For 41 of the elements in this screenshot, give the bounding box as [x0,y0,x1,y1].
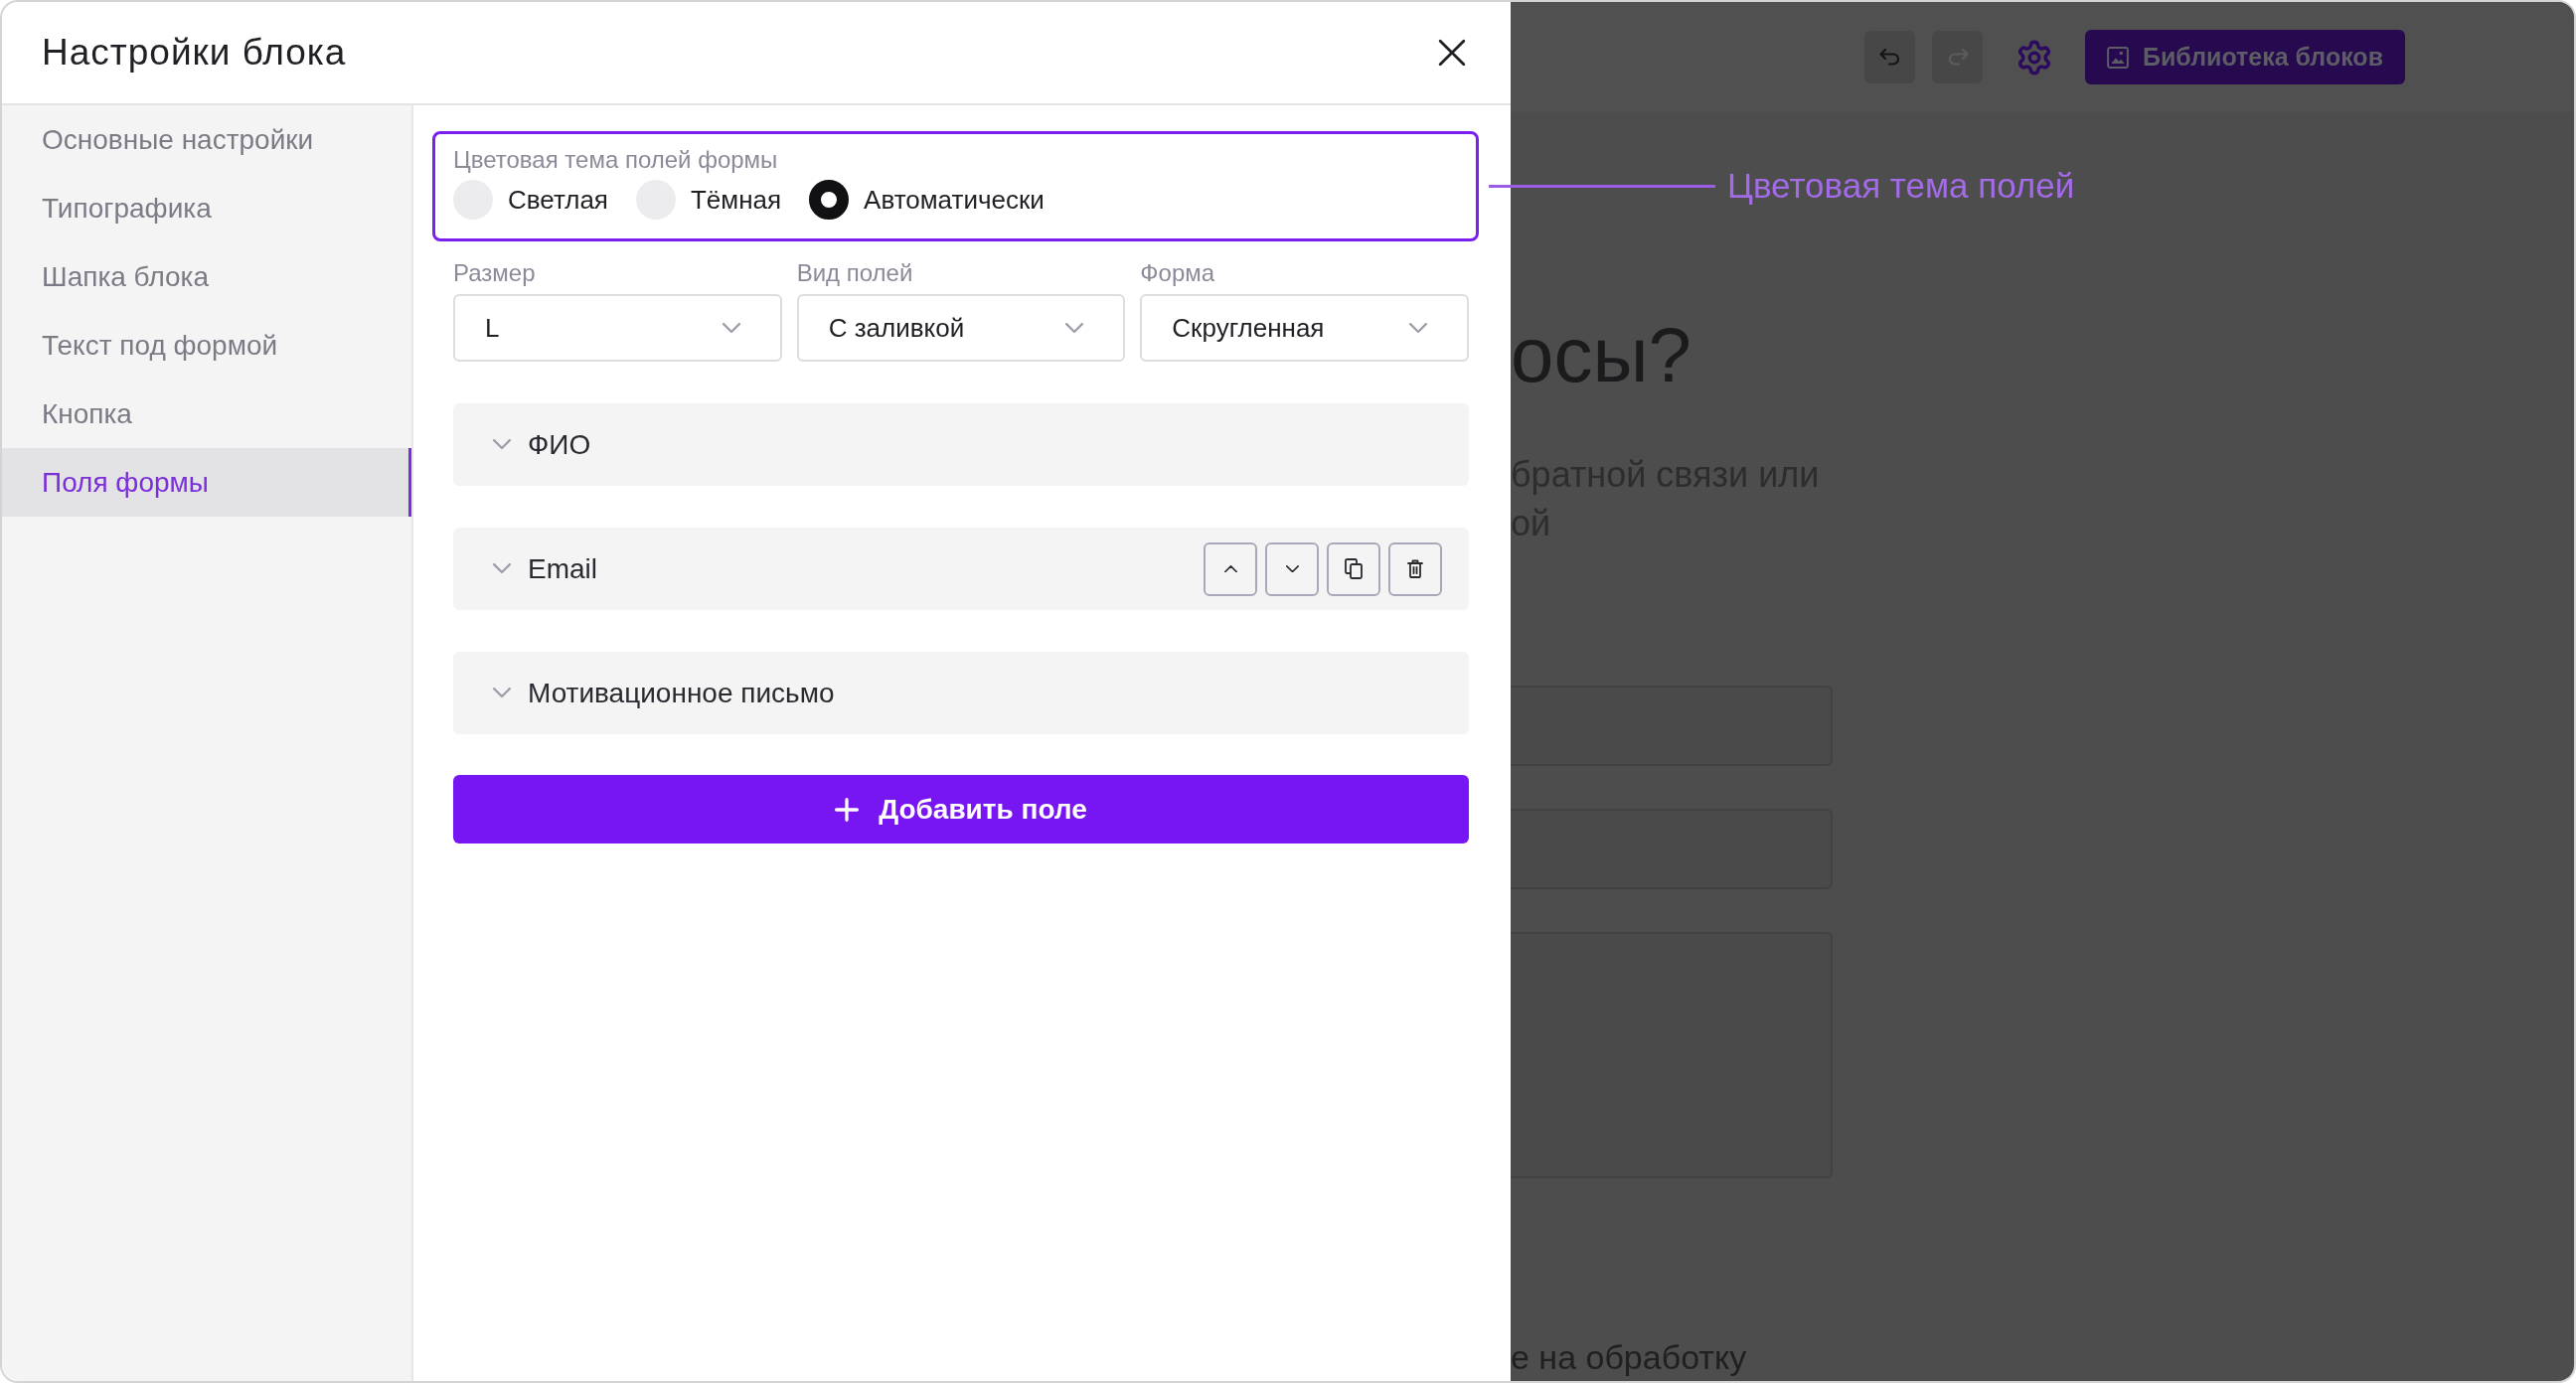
accordion-item[interactable]: Email [453,528,1469,610]
plus-icon [835,797,860,822]
close-icon [1438,39,1466,67]
duplicate-button[interactable] [1327,541,1380,596]
dropdown-label: Форма [1140,258,1215,288]
sidebar-item[interactable]: Основные настройки [2,105,411,174]
radio-label: Автоматически [864,184,1045,216]
dialog-title: Настройки блока [42,32,347,74]
chevron-down-icon [1065,322,1084,334]
delete-button[interactable] [1388,541,1442,596]
trash-icon [1407,559,1423,578]
sidebar-item[interactable]: Кнопка [2,380,411,448]
dropdown-label: Вид полей [796,258,913,288]
annotation-label: Цветовая тема полей [1727,165,2075,207]
chevron-down-icon [722,322,740,334]
radio-button[interactable] [809,180,850,220]
sidebar-item[interactable]: Текст под формой [2,311,411,380]
image-icon [2107,46,2129,69]
chevron-down-icon [1409,322,1427,334]
accordion-item[interactable]: ФИО [453,403,1469,486]
sidebar-item[interactable]: Типографика [2,174,411,242]
chevron-up-icon [1223,564,1237,573]
close-button[interactable] [1437,38,1467,68]
sidebar-item[interactable]: Поля формы [2,448,411,517]
sidebar-item[interactable]: Шапка блока [2,242,411,311]
dropdown-select[interactable]: L [453,294,782,362]
add-field-button[interactable]: Добавить поле [453,775,1469,844]
move-down-button[interactable] [1265,541,1319,596]
settings-icon[interactable] [2015,38,2053,77]
chevron-down-icon [1285,564,1299,573]
accordion-item[interactable]: Мотивационное письмо [453,652,1469,734]
undo-button[interactable] [1864,31,1915,83]
copy-icon [1345,558,1363,579]
dropdown-select[interactable]: Скругленная [1140,294,1469,362]
group-label: Цветовая тема полей формы [453,145,778,175]
dropdown-select[interactable]: С заливкой [796,294,1126,362]
move-up-button[interactable] [1204,541,1257,596]
dropdown-label: Размер [453,258,536,288]
radio-label: Светлая [508,184,608,216]
radio-label: Тёмная [690,184,782,216]
undo-arrow-icon [1878,49,1901,66]
